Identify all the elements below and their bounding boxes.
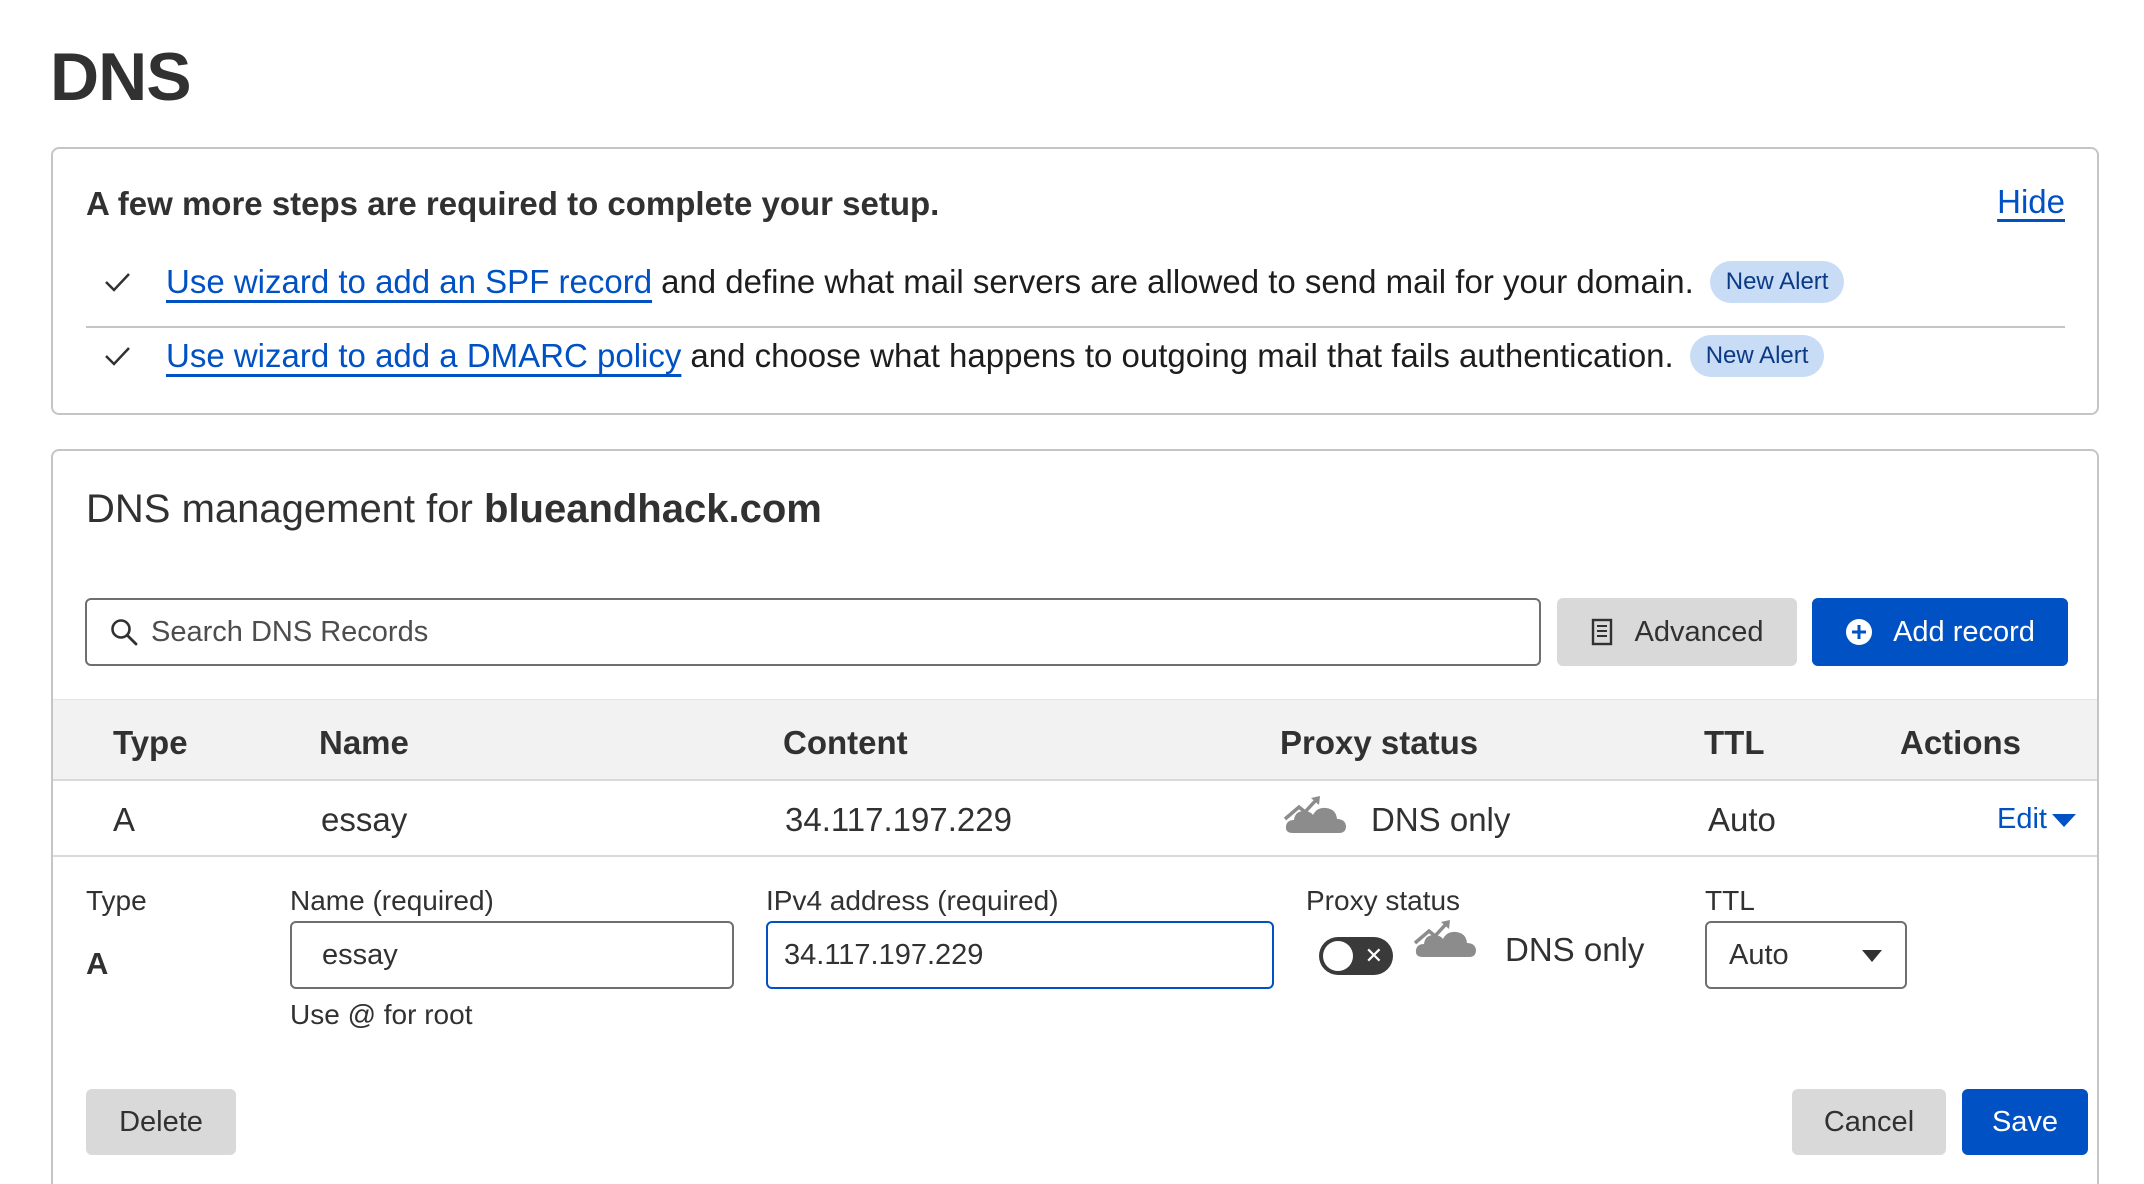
hide-link[interactable]: Hide bbox=[1997, 183, 2065, 221]
proxy-status-label: Proxy status bbox=[1306, 885, 1461, 916]
spf-description: and define what mail servers are allowed… bbox=[661, 263, 1694, 300]
new-alert-badge: New Alert bbox=[1709, 261, 1845, 303]
domain-name: blueandhack.com bbox=[483, 487, 822, 531]
type-label: Type bbox=[86, 885, 147, 916]
column-header-actions: Actions bbox=[1900, 724, 2022, 761]
page-title: DNS bbox=[50, 39, 192, 115]
toggle-knob bbox=[1323, 941, 1353, 971]
add-record-label: Add record bbox=[1893, 615, 2035, 648]
record-name: essay bbox=[321, 801, 408, 838]
name-input[interactable] bbox=[290, 921, 734, 989]
edit-link[interactable]: Edit bbox=[1997, 803, 2077, 836]
proxy-toggle[interactable]: ✕ bbox=[1319, 937, 1393, 975]
new-alert-badge: New Alert bbox=[1689, 335, 1825, 377]
advanced-button[interactable]: Advanced bbox=[1557, 598, 1797, 666]
cloud-icon bbox=[1413, 920, 1476, 957]
column-header-type: Type bbox=[113, 724, 188, 761]
table-header: Type Name Content Proxy status TTL Actio… bbox=[53, 699, 2097, 781]
edit-label: Edit bbox=[1997, 803, 2047, 835]
search-box[interactable] bbox=[85, 598, 1541, 666]
record-proxy-status: DNS only bbox=[1371, 801, 1511, 838]
chevron-down-icon bbox=[1862, 950, 1882, 962]
ttl-select[interactable]: Auto bbox=[1705, 921, 1907, 989]
column-header-name: Name bbox=[319, 724, 409, 761]
management-title: DNS management for blueandhack.com bbox=[86, 487, 822, 532]
name-label: Name (required) bbox=[290, 885, 494, 916]
search-input[interactable] bbox=[151, 615, 1531, 649]
ttl-selected-value: Auto bbox=[1729, 938, 1789, 971]
name-hint: Use @ for root bbox=[290, 999, 473, 1030]
management-title-prefix: DNS management for bbox=[86, 487, 473, 531]
dmarc-description: and choose what happens to outgoing mail… bbox=[690, 337, 1674, 374]
ipv4-label: IPv4 address (required) bbox=[766, 885, 1059, 916]
add-record-button[interactable]: Add record bbox=[1812, 598, 2068, 666]
dmarc-wizard-link[interactable]: Use wizard to add a DMARC policy bbox=[166, 337, 681, 375]
proxy-status-value: DNS only bbox=[1505, 931, 1645, 968]
setup-heading: A few more steps are required to complet… bbox=[86, 185, 940, 222]
plus-circle-icon bbox=[1846, 619, 1873, 645]
setup-item-spf: Use wizard to add an SPF record and defi… bbox=[86, 261, 2066, 303]
search-icon bbox=[111, 619, 138, 646]
cancel-button[interactable]: Cancel bbox=[1792, 1089, 1946, 1155]
column-header-content: Content bbox=[783, 724, 908, 761]
close-icon: ✕ bbox=[1364, 943, 1383, 968]
ttl-label: TTL bbox=[1705, 885, 1755, 916]
divider bbox=[86, 326, 2065, 328]
caret-down-icon bbox=[2052, 813, 2076, 827]
column-header-ttl: TTL bbox=[1704, 724, 1765, 761]
spf-wizard-link[interactable]: Use wizard to add an SPF record bbox=[166, 263, 652, 301]
record-content: 34.117.197.229 bbox=[785, 801, 1012, 838]
check-icon bbox=[102, 341, 132, 371]
delete-button[interactable]: Delete bbox=[86, 1089, 236, 1155]
column-header-proxy-status: Proxy status bbox=[1280, 724, 1479, 761]
table-row[interactable]: A essay 34.117.197.229 DNS only Auto Edi… bbox=[53, 781, 2097, 857]
setup-alert-card: A few more steps are required to complet… bbox=[51, 147, 2099, 415]
type-value: A bbox=[86, 946, 109, 981]
cloud-icon bbox=[1283, 796, 1346, 833]
advanced-label: Advanced bbox=[1634, 615, 1764, 648]
save-button[interactable]: Save bbox=[1962, 1089, 2088, 1155]
document-icon bbox=[1591, 618, 1612, 646]
setup-item-dmarc: Use wizard to add a DMARC policy and cho… bbox=[86, 335, 2066, 377]
record-ttl: Auto bbox=[1708, 801, 1776, 838]
ipv4-input[interactable] bbox=[766, 921, 1274, 989]
check-icon bbox=[102, 267, 132, 297]
record-type: A bbox=[113, 801, 136, 838]
dns-management-card: DNS management for blueandhack.com Advan… bbox=[51, 449, 2099, 1184]
